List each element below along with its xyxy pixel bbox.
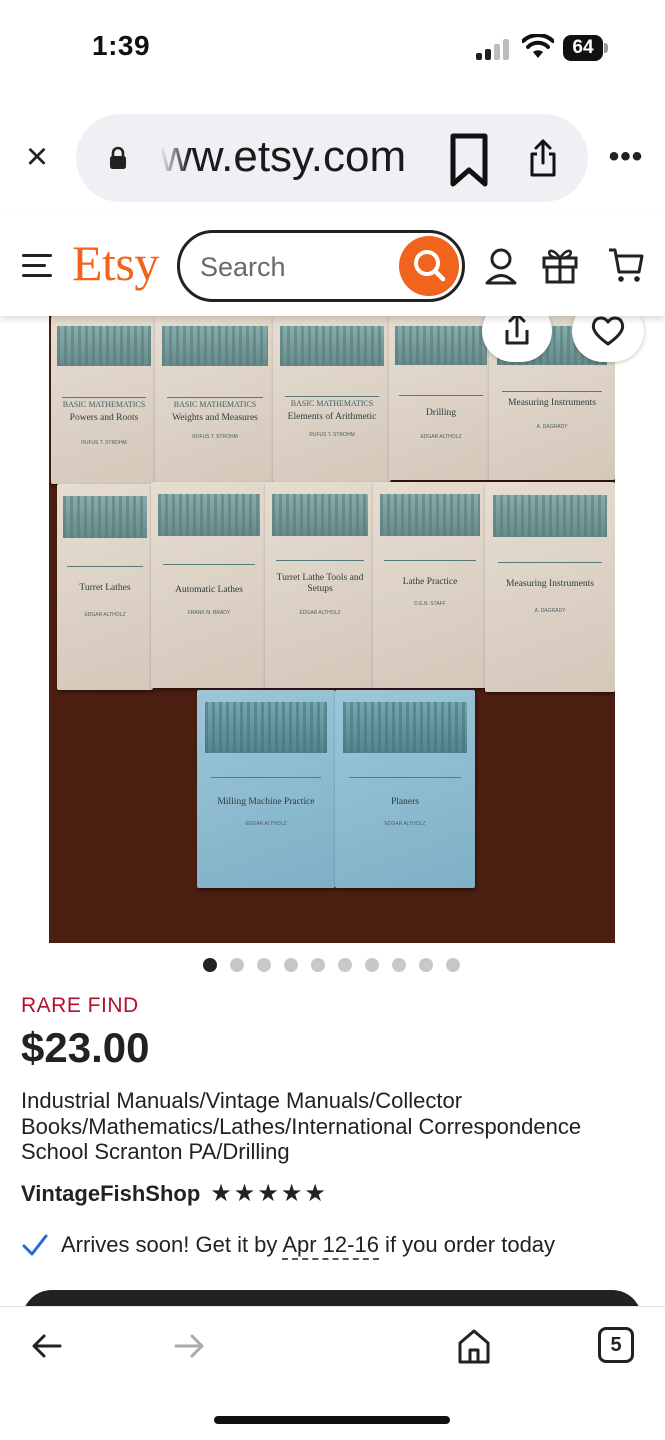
book-author: EDGAR ALTHOLZ [420,434,462,441]
book-cover: BASIC MATHEMATICS Elements of Arithmetic… [273,316,391,482]
book-author: RUFUS T. STROHM [81,440,127,447]
book-cover: Planers EDGAR ALTHOLZ [335,690,475,888]
book-cover: Milling Machine Practice EDGAR ALTHOLZ [197,690,335,888]
browser-toolbar: × ww.etsy.com ••• [0,112,665,204]
gift-icon[interactable] [541,244,579,284]
book-author: RUFUS T. STROHM [309,432,355,439]
carousel-dot[interactable] [203,958,217,972]
book-author: D.E.N. STAFF [414,601,446,608]
etsy-logo[interactable]: Etsy [72,234,159,292]
book-title: Automatic Lathes [175,585,243,595]
share-icon[interactable] [528,138,558,178]
book-author: EDGAR ALTHOLZ [84,611,126,618]
etsy-header: Etsy [0,214,665,316]
book-author: EDGAR ALTHOLZ [245,820,287,827]
book-author: EDGAR ALTHOLZ [384,820,426,827]
book-title: Powers and Roots [69,413,139,424]
search-input[interactable] [200,247,390,287]
status-time: 1:39 [92,30,151,61]
book-cover: Turret Lathes EDGAR ALTHOLZ [57,484,153,690]
rare-find-badge: RARE FIND [21,994,139,1017]
star-icon: ★ [233,1180,256,1207]
book-cover: BASIC MATHEMATICS Powers and Roots RUFUS… [51,316,157,484]
star-icon: ★ [304,1180,326,1207]
more-icon[interactable]: ••• [608,140,644,174]
book-series: BASIC MATHEMATICS [290,399,374,408]
carousel-dots [203,958,460,972]
address-bar[interactable]: ww.etsy.com [76,114,588,202]
book-title: Milling Machine Practice [217,796,315,807]
arrival-estimate: Arrives soon! Get it by Apr 12-16 if you… [21,1230,555,1260]
book-title: Measuring Instruments [508,398,596,408]
shop-row: VintageFishShop ★ ★ ★ ★ ★ [21,1180,326,1208]
book-cover: Automatic Lathes FRANK M. BRADY [151,482,267,688]
arrival-date-link[interactable]: Apr 12-16 [282,1232,379,1260]
book-title: Turret Lathes [79,582,131,593]
listing-photo[interactable]: BASIC MATHEMATICS Powers and Roots RUFUS… [49,316,615,943]
carousel-dot[interactable] [392,958,406,972]
tabs-icon[interactable]: 5 [598,1327,634,1363]
user-icon[interactable] [484,246,518,286]
signal-icon [476,38,510,60]
book-title: Drilling [425,407,457,418]
book-author: EDGAR ALTHOLZ [299,609,341,616]
carousel-dot[interactable] [419,958,433,972]
book-author: A. DAGRADY [536,424,568,431]
book-cover: Measuring Instruments A. DAGRADY [485,482,615,692]
search-bar [177,230,465,302]
carousel-dot[interactable] [257,958,271,972]
cart-icon[interactable] [607,246,645,284]
close-icon[interactable]: × [20,138,54,176]
book-title: Elements of Arithmetic [287,412,377,423]
carousel-dot[interactable] [230,958,244,972]
listing-title: Industrial Manuals/Vintage Manuals/Colle… [21,1088,582,1164]
shop-name-link[interactable]: VintageFishShop [21,1181,200,1207]
book-series: BASIC MATHEMATICS [173,400,257,409]
book-title: Planers [391,796,419,807]
battery-cap [604,43,608,53]
star-icon: ★ [210,1180,232,1207]
menu-icon[interactable] [22,254,52,278]
rating-stars[interactable]: ★ ★ ★ ★ ★ [210,1182,326,1206]
url-fade [160,130,190,186]
battery-icon: 64 [563,35,603,61]
home-indicator [214,1416,450,1424]
book-cover: Drilling EDGAR ALTHOLZ [389,316,493,480]
arrival-prefix: Arrives soon! Get it by [61,1232,283,1257]
battery-level: 64 [572,37,594,58]
carousel-dot[interactable] [365,958,379,972]
book-cover: BASIC MATHEMATICS Weights and Measures R… [155,316,275,484]
wifi-icon [522,34,554,58]
carousel-dot[interactable] [338,958,352,972]
price: $23.00 [21,1024,150,1071]
home-icon[interactable] [456,1327,492,1365]
url-text: ww.etsy.com [160,132,407,181]
carousel-dot[interactable] [446,958,460,972]
book-title: Weights and Measures [172,413,258,424]
book-cover: Turret Lathe Tools and Setups EDGAR ALTH… [265,482,375,688]
arrival-text: Arrives soon! Get it by Apr 12-16 if you… [61,1232,556,1260]
book-cover: Lathe Practice D.E.N. STAFF [373,482,487,688]
search-icon [414,250,446,282]
carousel-dot[interactable] [284,958,298,972]
forward-arrow-icon[interactable] [172,1329,206,1363]
carousel-dot[interactable] [311,958,325,972]
search-button[interactable] [399,236,459,296]
check-icon [22,1234,48,1256]
book-author: RUFUS T. STROHM [192,433,238,440]
bookmark-icon[interactable] [448,132,490,188]
book-author: FRANK M. BRADY [187,609,231,616]
lock-icon [110,146,126,169]
book-title: Turret Lathe Tools and Setups [276,572,364,594]
status-bar: 1:39 64 [0,0,665,100]
book-series: BASIC MATHEMATICS [62,400,146,409]
star-icon: ★ [280,1180,303,1207]
book-title: Lathe Practice [402,576,458,587]
back-arrow-icon[interactable] [30,1329,64,1363]
star-icon: ★ [257,1180,279,1207]
book-title: Measuring Instruments [506,578,594,589]
arrival-suffix: if you order today [378,1232,556,1257]
book-author: A. DAGRADY [534,608,566,614]
